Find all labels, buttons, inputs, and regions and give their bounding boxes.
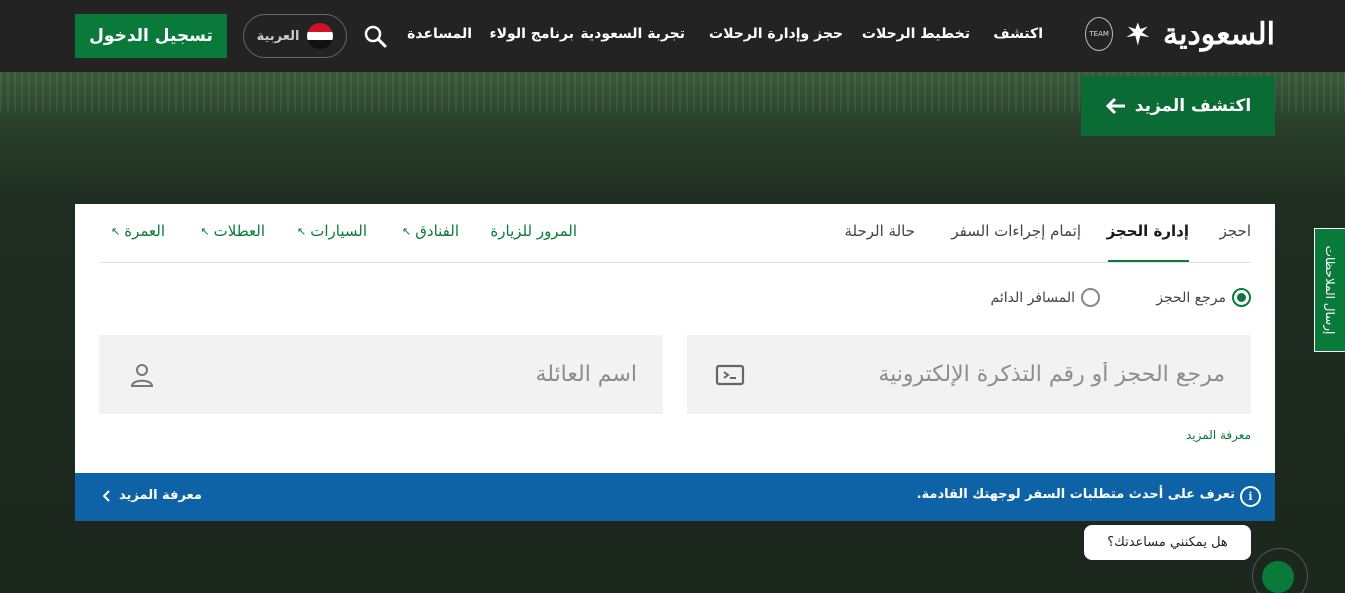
discover-more-label: اكتشف المزيد bbox=[1134, 96, 1252, 116]
booking-ref-input[interactable] bbox=[773, 335, 1225, 414]
external-arrow-icon: ↖ bbox=[297, 224, 307, 238]
link-hotels-label: الفنادق bbox=[415, 222, 459, 240]
login-button[interactable]: تسجيل الدخول bbox=[75, 14, 227, 58]
learn-more-link[interactable]: معرفة المزيد bbox=[1186, 428, 1251, 442]
nav-discover[interactable]: اكتشف bbox=[993, 26, 1043, 46]
chat-prompt-bubble[interactable]: هل يمكنني مساعدتك؟ bbox=[1084, 525, 1251, 560]
saudia-logo[interactable]: السعودية TEAM bbox=[1085, 14, 1275, 54]
link-transit-label: المرور للزيارة bbox=[490, 222, 577, 240]
external-arrow-icon: ↖ bbox=[111, 224, 121, 238]
travel-requirements-text: تعرف على أحدث متطلبات السفر لوجهتك القاد… bbox=[916, 487, 1235, 502]
tab-checkin[interactable]: إتمام إجراءات السفر bbox=[951, 222, 1081, 240]
chat-avatar-icon bbox=[1262, 561, 1294, 593]
discover-more-button[interactable]: اكتشف المزيد bbox=[1081, 76, 1275, 136]
booking-widget: احجز إدارة الحجز إتمام إجراءات السفر حال… bbox=[75, 204, 1275, 521]
link-holidays[interactable]: العطلات ↖ bbox=[200, 222, 265, 240]
link-cars-label: السيارات bbox=[310, 222, 367, 240]
last-name-input[interactable] bbox=[185, 335, 637, 414]
infobar-learn-more-label: معرفة المزيد bbox=[119, 488, 202, 503]
link-hotels[interactable]: الفنادق ↖ bbox=[402, 222, 459, 240]
tab-book[interactable]: احجز bbox=[1220, 222, 1251, 240]
tabs-divider bbox=[99, 262, 1251, 263]
search-icon[interactable] bbox=[362, 23, 388, 49]
radio-booking-ref-label: مرجع الحجز bbox=[1156, 289, 1226, 306]
travel-requirements-bar: i تعرف على أحدث متطلبات السفر لوجهتك الق… bbox=[75, 473, 1275, 521]
nav-book-manage[interactable]: حجز وإدارة الرحلات bbox=[709, 26, 843, 46]
feedback-label: إرسال الملاحظات bbox=[1323, 245, 1337, 335]
palm-swords-icon bbox=[1126, 22, 1150, 46]
ticket-icon bbox=[715, 364, 745, 386]
external-arrow-icon: ↖ bbox=[200, 224, 210, 238]
arrow-left-icon bbox=[1105, 97, 1125, 115]
external-arrow-icon: ↖ bbox=[402, 224, 412, 238]
logo-wordmark: السعودية bbox=[1162, 16, 1275, 52]
link-umrah-label: العمرة bbox=[124, 222, 165, 240]
egypt-flag-icon bbox=[307, 23, 334, 49]
nav-help[interactable]: المساعدة bbox=[407, 26, 472, 46]
last-name-field[interactable] bbox=[99, 335, 663, 414]
infobar-learn-more[interactable]: معرفة المزيد bbox=[103, 488, 202, 503]
link-transit[interactable]: المرور للزيارة bbox=[490, 222, 577, 240]
feedback-tab[interactable]: إرسال الملاحظات bbox=[1314, 228, 1345, 352]
top-navigation: السعودية TEAM اكتشف تخطيط الرحلات حجز وإ… bbox=[0, 0, 1345, 72]
tab-manage-booking[interactable]: إدارة الحجز bbox=[1107, 222, 1189, 240]
link-cars[interactable]: السيارات ↖ bbox=[297, 222, 367, 240]
radio-checked-icon bbox=[1232, 288, 1251, 307]
link-holidays-label: العطلات bbox=[213, 222, 265, 240]
radio-frequent-flyer-label: المسافر الدائم bbox=[990, 289, 1075, 306]
info-icon: i bbox=[1240, 486, 1261, 507]
language-label: العربية bbox=[256, 28, 300, 44]
chevron-left-icon bbox=[103, 489, 110, 502]
nav-experience[interactable]: تجربة السعودية bbox=[580, 26, 685, 46]
radio-unchecked-icon bbox=[1081, 288, 1100, 307]
nav-plan[interactable]: تخطيط الرحلات bbox=[862, 26, 970, 46]
radio-frequent-flyer[interactable]: المسافر الدائم bbox=[991, 288, 1100, 307]
link-umrah[interactable]: العمرة ↖ bbox=[111, 222, 165, 240]
skyteam-icon: TEAM bbox=[1085, 17, 1114, 51]
tab-flight-status[interactable]: حالة الرحلة bbox=[844, 222, 915, 240]
language-selector[interactable]: العربية bbox=[243, 14, 347, 58]
person-icon bbox=[130, 364, 154, 387]
booking-ref-field[interactable] bbox=[687, 335, 1251, 414]
radio-booking-ref[interactable]: مرجع الحجز bbox=[1156, 288, 1251, 307]
nav-loyalty[interactable]: برنامج الولاء bbox=[489, 26, 574, 46]
